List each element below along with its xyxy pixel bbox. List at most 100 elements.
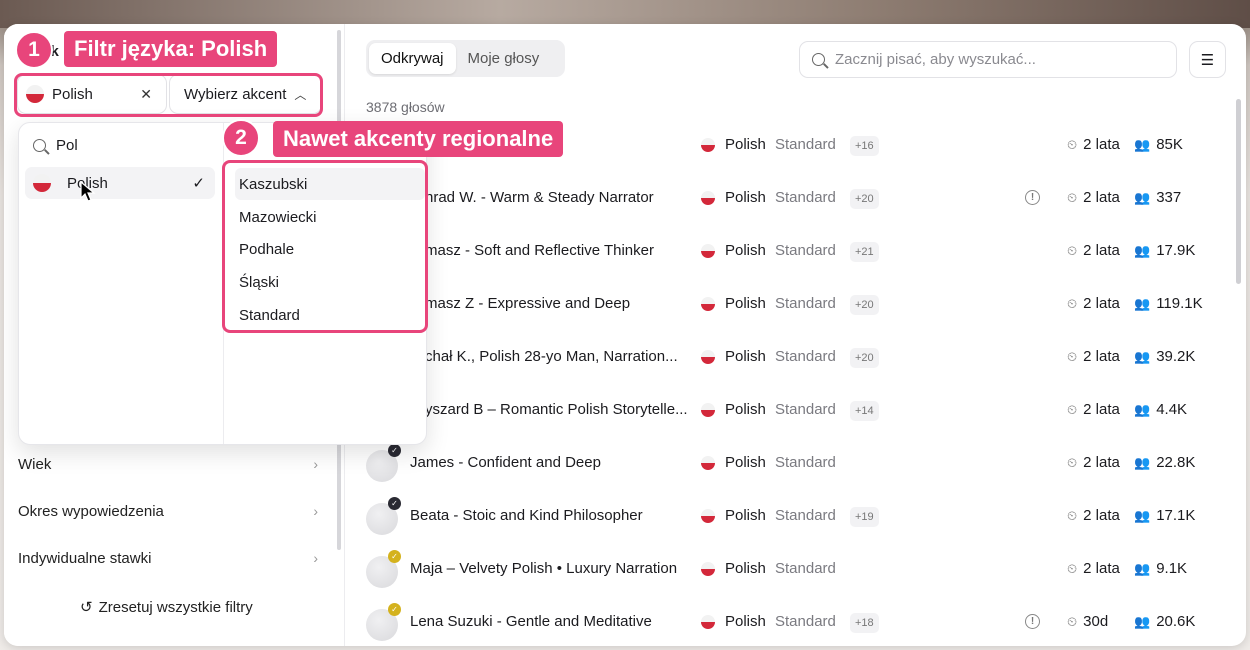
- poland-flag-icon: [701, 190, 715, 205]
- view-tabs: Odkrywaj Moje głosy: [366, 40, 565, 77]
- voice-age: ⏲ 30d: [1067, 613, 1108, 630]
- voice-language-label: Polish: [725, 401, 766, 418]
- warning-icon[interactable]: !: [1025, 614, 1040, 629]
- voice-users-value: 17.9K: [1156, 242, 1196, 259]
- language-option-polish[interactable]: Polish ✓: [25, 167, 215, 199]
- filter-custom-rates[interactable]: Indywidualne stawki ›: [18, 545, 318, 571]
- reset-filters-button[interactable]: ↺ Zresetuj wszystkie filtry: [80, 598, 253, 617]
- filter-age[interactable]: Wiek ›: [18, 451, 318, 477]
- voice-row[interactable]: ✓ Lena Suzuki - Gentle and Meditative Poli…: [364, 597, 1229, 646]
- filter-notice-period[interactable]: Okres wypowiedzenia ›: [18, 498, 318, 524]
- voice-row[interactable]: …nrad W. - Warm & Steady Narrator Polish S…: [364, 173, 1229, 226]
- sort-button[interactable]: ☰: [1189, 41, 1226, 78]
- extra-languages-badge[interactable]: +21: [850, 242, 879, 262]
- mouse-cursor-icon: [80, 181, 96, 202]
- search-icon: [33, 138, 46, 152]
- warning-icon[interactable]: !: [1025, 190, 1040, 205]
- voice-list-scrollbar[interactable]: [1236, 99, 1241, 284]
- voice-count: 3878 głosów: [366, 99, 445, 115]
- poland-flag-icon: [701, 561, 715, 576]
- voice-row[interactable]: ✓ James - Confident and Deep Polish Standar…: [364, 438, 1229, 491]
- voice-users-value: 22.8K: [1156, 454, 1196, 471]
- chevron-right-icon: ›: [313, 503, 318, 519]
- extra-languages-badge[interactable]: +14: [850, 401, 879, 421]
- voice-name: James - Confident and Deep: [410, 454, 601, 471]
- voice-row[interactable]: …masz - Soft and Reflective Thinker Polis…: [364, 226, 1229, 279]
- chevron-right-icon: ›: [313, 550, 318, 566]
- voice-language: Polish: [701, 401, 766, 418]
- voice-accent: Standard: [775, 560, 836, 577]
- voice-language-label: Polish: [725, 136, 766, 153]
- annotation-label: Filtr języka: Polish: [64, 31, 278, 67]
- poland-flag-icon: [701, 614, 715, 629]
- voice-age: ⏲ 2 lata: [1067, 560, 1120, 577]
- voice-age: ⏲ 2 lata: [1067, 348, 1120, 365]
- extra-languages-badge[interactable]: +20: [850, 348, 879, 368]
- voice-language-label: Polish: [725, 242, 766, 259]
- voice-name: …chał K., Polish 28-yo Man, Narration...: [410, 348, 678, 365]
- voice-users-value: 17.1K: [1156, 507, 1196, 524]
- clock-icon: ⏲: [1067, 136, 1078, 152]
- language-search[interactable]: Pol: [33, 133, 78, 157]
- annotation-box-accents: [222, 160, 428, 333]
- voice-age-value: 2 lata: [1083, 454, 1120, 471]
- voice-age: ⏲ 2 lata: [1067, 507, 1120, 524]
- clock-icon: ⏲: [1067, 189, 1078, 205]
- voice-language-label: Polish: [725, 613, 766, 630]
- voice-row[interactable]: …yszard B – Romantic Polish Storytelle..…: [364, 385, 1229, 438]
- voice-accent: Standard: [775, 507, 836, 524]
- voice-search: [799, 41, 1177, 78]
- voice-language-label: Polish: [725, 295, 766, 312]
- voice-age-value: 2 lata: [1083, 295, 1120, 312]
- voice-age-value: 2 lata: [1083, 348, 1120, 365]
- voice-accent: Standard: [775, 454, 836, 471]
- extra-languages-badge[interactable]: +18: [850, 613, 879, 633]
- poland-flag-icon: [33, 174, 51, 192]
- tab-my-voices[interactable]: Moje głosy: [456, 43, 552, 74]
- clock-icon: ⏲: [1067, 454, 1078, 470]
- voice-row[interactable]: …chał K., Polish 28-yo Man, Narration...…: [364, 332, 1229, 385]
- search-input[interactable]: [835, 51, 1155, 68]
- voice-users-value: 4.4K: [1156, 401, 1188, 418]
- extra-languages-badge[interactable]: +16: [850, 136, 879, 156]
- voice-accent: Standard: [775, 189, 836, 206]
- voice-row[interactable]: …masz Z - Expressive and Deep Polish Stand…: [364, 279, 1229, 332]
- voice-language: Polish: [701, 454, 766, 471]
- voice-users-value: 39.2K: [1156, 348, 1196, 365]
- voice-language: Polish: [701, 613, 766, 630]
- voice-users: 👥 337: [1134, 189, 1181, 206]
- voice-users: 👥 22.8K: [1134, 454, 1195, 471]
- search-icon: [812, 53, 825, 66]
- voice-language: Polish: [701, 507, 766, 524]
- language-search-value: Pol: [56, 136, 78, 154]
- extra-languages-badge[interactable]: +20: [850, 295, 879, 315]
- verified-badge-icon: ✓: [388, 444, 401, 457]
- voice-language-label: Polish: [725, 189, 766, 206]
- poland-flag-icon: [701, 402, 715, 417]
- tab-discover[interactable]: Odkrywaj: [369, 43, 456, 74]
- voice-users: 👥 119.1K: [1134, 295, 1203, 312]
- voice-row[interactable]: ✓ Maja – Velvety Polish • Luxury Narratio…: [364, 544, 1229, 597]
- voice-users: 👥 39.2K: [1134, 348, 1195, 365]
- voice-age-value: 2 lata: [1083, 507, 1120, 524]
- voice-users: 👥 17.9K: [1134, 242, 1195, 259]
- voice-users: 👥 85K: [1134, 136, 1183, 153]
- voice-users-value: 119.1K: [1156, 295, 1203, 312]
- clock-icon: ⏲: [1067, 507, 1078, 523]
- voice-age-value: 2 lata: [1083, 242, 1120, 259]
- voice-row[interactable]: ✓ Beata - Stoic and Kind Philosopher Polis…: [364, 491, 1229, 544]
- annotation-label: Nawet akcenty regionalne: [273, 121, 564, 157]
- extra-languages-badge[interactable]: +19: [850, 507, 879, 527]
- poland-flag-icon: [701, 455, 715, 470]
- voice-age: ⏲ 2 lata: [1067, 454, 1120, 471]
- annotation-number: 2: [222, 119, 260, 157]
- clock-icon: ⏲: [1067, 242, 1078, 258]
- extra-languages-badge[interactable]: +20: [850, 189, 879, 209]
- voice-users: 👥 9.1K: [1134, 560, 1187, 577]
- voice-age-value: 2 lata: [1083, 560, 1120, 577]
- users-icon: 👥: [1134, 136, 1151, 152]
- verified-badge-icon: ✓: [388, 603, 401, 616]
- users-icon: 👥: [1134, 454, 1151, 470]
- annotation-number: 1: [15, 31, 53, 69]
- voice-language-label: Polish: [725, 348, 766, 365]
